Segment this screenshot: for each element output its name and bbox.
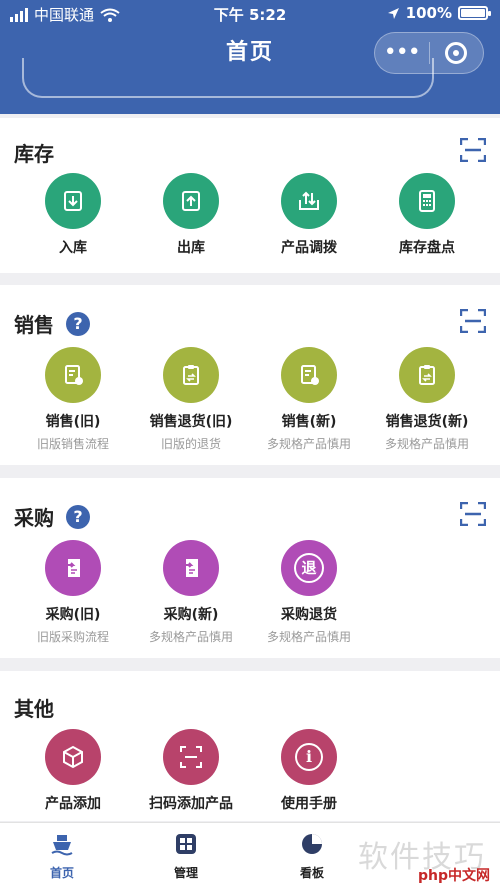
clipboard-return-icon [163,347,219,403]
scan-add-product-button[interactable]: 扫码添加产品 [132,729,250,813]
transfer-button[interactable]: 产品调拨 [250,173,368,257]
section-title-other: 其他 [14,697,54,721]
sales-old-sub: 旧版销售流程 [36,437,109,451]
close-button[interactable] [429,42,483,64]
purchase-doc-icon [163,540,219,596]
purchase-return-button[interactable]: 退 采购退货 多规格产品慎用 [250,540,368,645]
manual-label: 使用手册 [281,796,337,812]
inbound-label: 入库 [59,240,87,256]
sales-new-button[interactable]: 销售(新) 多规格产品慎用 [250,347,368,452]
purchase-old-button[interactable]: 采购(旧) 旧版采购流程 [14,540,132,645]
status-bar: 中国联通 下午 5:22 100% [0,0,500,28]
return-icon: 退 [281,540,337,596]
battery-icon [458,6,491,20]
inventory-section: 库存 入库 出库 产品调拨 库存盘点 [0,118,500,273]
battery-percent: 100% [405,4,452,22]
grid-icon [176,834,196,854]
outbound-label: 出库 [177,240,205,256]
product-add-button[interactable]: 产品添加 [14,729,132,813]
purchase-old-sub: 旧版采购流程 [36,630,109,644]
tab-dashboard-label: 看板 [299,866,324,880]
section-title-inventory: 库存 [14,142,54,166]
header-decoration [22,58,434,98]
sales-new-label: 销售(新) [281,414,337,430]
clipboard-return-icon [399,347,455,403]
calculator-icon [399,173,455,229]
other-section: 其他 产品添加 扫码添加产品 i 使用手册 [0,671,500,821]
section-title-purchase: 采购? [14,502,90,531]
scan-icon[interactable] [460,138,486,162]
sales-new-sub: 多规格产品慎用 [266,437,351,451]
record-icon [445,42,468,64]
transfer-label: 产品调拨 [281,240,337,256]
purchase-return-sub: 多规格产品慎用 [266,630,351,644]
sales-return-new-label: 销售退货(新) [385,414,469,430]
scan-add-product-label: 扫码添加产品 [149,796,233,812]
scan-code-icon [163,729,219,785]
stocktake-button[interactable]: 库存盘点 [368,173,486,257]
sales-return-new-sub: 多规格产品慎用 [384,437,469,451]
tab-dashboard[interactable]: 看板 [282,831,342,881]
tab-manage-label: 管理 [173,866,198,880]
purchase-new-label: 采购(新) [163,607,219,623]
pie-chart-icon [302,834,322,854]
sales-section: 销售? 销售(旧) 旧版销售流程 销售退货(旧) 旧版的退货 销售(新) 多规格… [0,285,500,465]
location-icon [387,7,399,19]
info-icon: i [281,729,337,785]
manual-button[interactable]: i 使用手册 [250,729,368,813]
watermark-logo: php中文网 [417,868,490,884]
purchase-doc-icon [45,540,101,596]
section-title-sales: 销售? [14,309,90,338]
ship-icon [51,835,73,856]
sales-doc-icon [281,347,337,403]
sales-old-button[interactable]: 销售(旧) 旧版销售流程 [14,347,132,452]
outbound-button[interactable]: 出库 [132,173,250,257]
purchase-section: 采购? 采购(旧) 旧版采购流程 采购(新) 多规格产品慎用 退 采购退货 多规… [0,478,500,658]
sales-old-label: 销售(旧) [45,414,101,430]
sales-doc-icon [45,347,101,403]
tab-home-label: 首页 [49,866,74,880]
scan-icon[interactable] [460,309,486,333]
sales-return-old-label: 销售退货(旧) [149,414,233,430]
purchase-old-label: 采购(旧) [45,607,101,623]
purchase-new-button[interactable]: 采购(新) 多规格产品慎用 [132,540,250,645]
scan-icon[interactable] [460,502,486,526]
sales-return-old-button[interactable]: 销售退货(旧) 旧版的退货 [132,347,250,452]
sales-return-new-button[interactable]: 销售退货(新) 多规格产品慎用 [368,347,486,452]
inbound-button[interactable]: 入库 [14,173,132,257]
product-add-label: 产品添加 [45,796,101,812]
purchase-return-label: 采购退货 [281,607,337,623]
inbound-icon [45,173,101,229]
app-header: 中国联通 下午 5:22 100% 首页 ••• [0,0,500,114]
sales-return-old-sub: 旧版的退货 [160,437,221,451]
stocktake-label: 库存盘点 [399,240,455,256]
return-glyph: 退 [294,553,324,583]
box-icon [45,729,101,785]
outbound-icon [163,173,219,229]
transfer-icon [281,173,337,229]
info-glyph: i [295,743,323,771]
help-icon[interactable]: ? [66,311,90,336]
tab-home[interactable]: 首页 [32,831,92,881]
help-icon[interactable]: ? [66,504,90,529]
purchase-new-sub: 多规格产品慎用 [148,630,233,644]
tab-manage[interactable]: 管理 [156,831,216,881]
